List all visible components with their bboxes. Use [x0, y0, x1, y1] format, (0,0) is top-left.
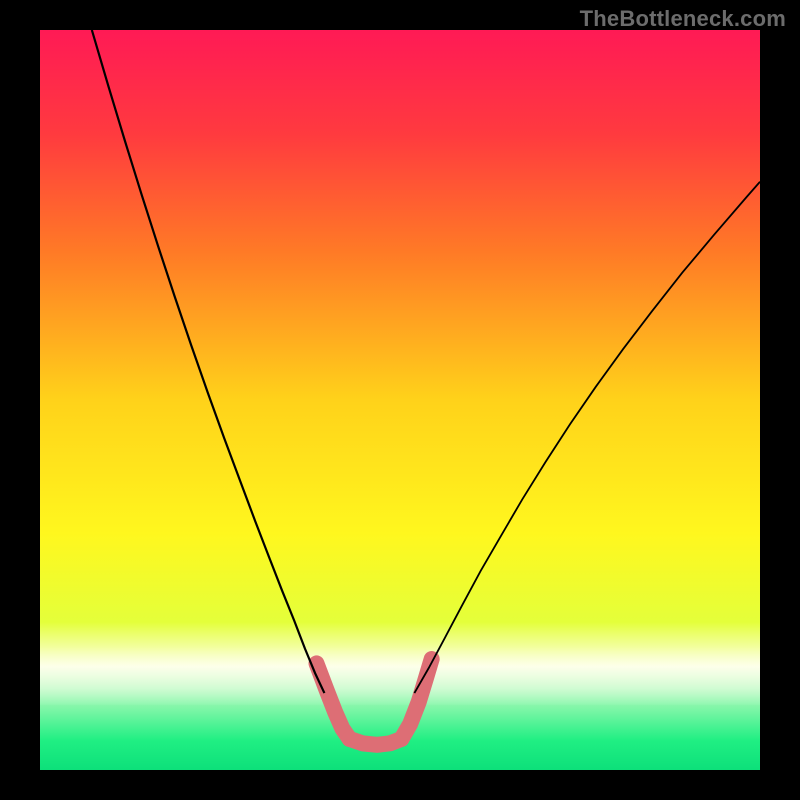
highlight-band — [40, 622, 760, 705]
plot-area — [40, 30, 760, 770]
chart-stage: TheBottleneck.com — [0, 0, 800, 800]
plot-svg — [40, 30, 760, 770]
watermark-text: TheBottleneck.com — [580, 6, 786, 32]
